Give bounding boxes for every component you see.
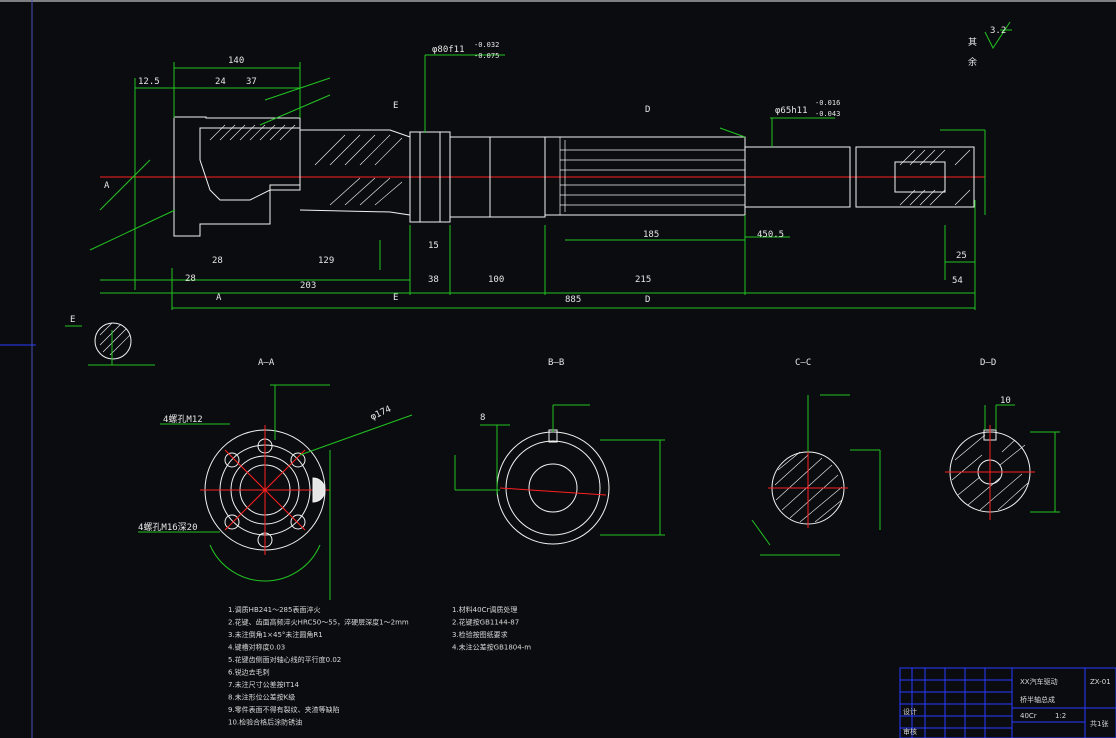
shaft-main-view <box>100 116 985 237</box>
tech-note-line: 1.材料40Cr调质处理 <box>452 605 517 614</box>
dim-15: 15 <box>428 241 439 251</box>
tech-note-line: 1.调质HB241～285表面淬火 <box>228 605 320 614</box>
tech-note-line: 6.锐边去毛刺 <box>228 668 270 677</box>
label-d: D <box>645 105 650 115</box>
section-bb: B—B 8 <box>454 358 665 545</box>
spline-section <box>544 136 746 216</box>
dim-54: 54 <box>952 276 963 286</box>
dim-38: 38 <box>428 275 439 285</box>
tol-bot-2: -0.043 <box>815 110 840 118</box>
dim-885: 885 <box>565 295 581 305</box>
flange-hatch <box>209 124 296 141</box>
dim-203: 203 <box>300 281 316 291</box>
tech-note-line: 2.花键、齿面高频淬火HRC50～55，淬硬层深度1～2mm <box>228 618 409 627</box>
section-dd: D—D 10 <box>945 358 1060 520</box>
title-block: XX汽车驱动 桥半轴总成 ZX-01 40Cr 1:2 共1张 设计 审核 <box>899 667 1116 738</box>
e-view: E <box>65 315 155 366</box>
tol-bot-1: -0.075 <box>474 52 499 60</box>
aa-holes-m12: 4螺孔M12 <box>163 414 203 425</box>
roughness-label-2: 余 <box>968 56 977 68</box>
dim-24: 24 <box>215 77 226 87</box>
tech-note-line: 3.未注倒角1×45°未注圆角R1 <box>228 630 323 639</box>
dimensions-main <box>89 54 986 310</box>
roughness-label-1: 其 <box>968 37 977 48</box>
tol-top-1: -0.032 <box>474 41 499 49</box>
drawing-svg: 140 12.5 24 37 203 129 28 38 100 215 885… <box>0 0 1116 738</box>
dim-25: 25 <box>956 251 967 261</box>
shaft-section-1 <box>299 129 411 216</box>
part-name-1: XX汽车驱动 <box>1020 677 1058 686</box>
fit-label-1: φ80f11 <box>432 45 465 55</box>
section-aa-title: A—A <box>258 358 275 368</box>
cad-drawing-canvas: 140 12.5 24 37 203 129 28 38 100 215 885… <box>0 0 1116 738</box>
technical-notes: 1.调质HB241～285表面淬火 2.花键、齿面高频淬火HRC50～55，淬硬层… <box>228 605 409 727</box>
tech-note-line: 5.花键齿侧面对轴心线的平行度0.02 <box>228 655 341 664</box>
section-cc: C—C <box>751 358 881 556</box>
dim-texts: 140 12.5 24 37 203 129 28 38 100 215 885… <box>104 41 967 305</box>
tech-note-line: 4.键槽对称度0.03 <box>228 643 285 652</box>
dim-28b: 28 <box>212 256 223 266</box>
label-e-top: E <box>393 101 398 111</box>
dim-28: 28 <box>185 274 196 284</box>
dd-dim: 10 <box>1000 396 1011 406</box>
dim-100: 100 <box>488 275 504 285</box>
tech-note-line: 7.未注尺寸公差按IT14 <box>228 680 299 689</box>
section-cc-title: C—C <box>795 358 811 368</box>
designer: 设计 <box>903 707 917 716</box>
dim-12-5: 12.5 <box>138 77 160 87</box>
dim-185: 185 <box>643 230 659 240</box>
tech-note-line: 4.未注公差按GB1804-m <box>452 643 531 652</box>
flange-inner <box>199 127 301 201</box>
dim-215: 215 <box>635 275 651 285</box>
scale: 1:2 <box>1055 712 1066 720</box>
spline-teeth <box>559 137 745 215</box>
tech-note-line: 8.未注形位公差按K级 <box>228 693 295 702</box>
tech-note-line: 3.检验按图纸要求 <box>452 630 508 639</box>
e-view-label: E <box>70 315 75 325</box>
roughness-symbol: 其 余 3.2 <box>968 21 1012 68</box>
dim-140: 140 <box>228 56 244 66</box>
roughness-value: 3.2 <box>990 26 1006 36</box>
bb-dim: 8 <box>480 413 485 423</box>
drawing-number: ZX-01 <box>1090 678 1111 686</box>
tech-note-line: 10.检验合格后涂防锈油 <box>228 718 302 727</box>
section-bb-title: B—B <box>548 358 564 368</box>
aa-holes-m16: 4螺孔M16深20 <box>138 522 198 533</box>
checker: 审核 <box>903 727 917 736</box>
material: 40Cr <box>1020 712 1037 720</box>
tol-top-2: -0.016 <box>815 99 840 107</box>
label-e: E <box>393 293 398 303</box>
section-dd-title: D—D <box>980 358 996 368</box>
aa-dia: φ174 <box>369 404 393 422</box>
dim-37: 37 <box>246 77 257 87</box>
label-a: A <box>104 181 110 191</box>
fit-label-2: φ65h11 <box>775 106 808 116</box>
label-d-2: D <box>645 295 650 305</box>
part-name-2: 桥半轴总成 <box>1020 695 1055 704</box>
body-hatch <box>314 134 403 206</box>
technical-notes-right: 1.材料40Cr调质处理 2.花键按GB1144-87 3.检验按图纸要求 4.未注公… <box>452 605 531 652</box>
tech-note-line: 2.花键按GB1144-87 <box>452 618 519 627</box>
dim-450-5: 450.5 <box>757 230 784 240</box>
label-a-2: A <box>216 293 222 303</box>
sheet: 共1张 <box>1090 719 1108 728</box>
dim-129: 129 <box>318 256 334 266</box>
tech-note-line: 9.零件表面不得有裂纹、夹渣等缺陷 <box>228 705 340 714</box>
section-aa: A—A 4螺孔M12 4螺孔M16深20 φ174 <box>138 358 413 600</box>
